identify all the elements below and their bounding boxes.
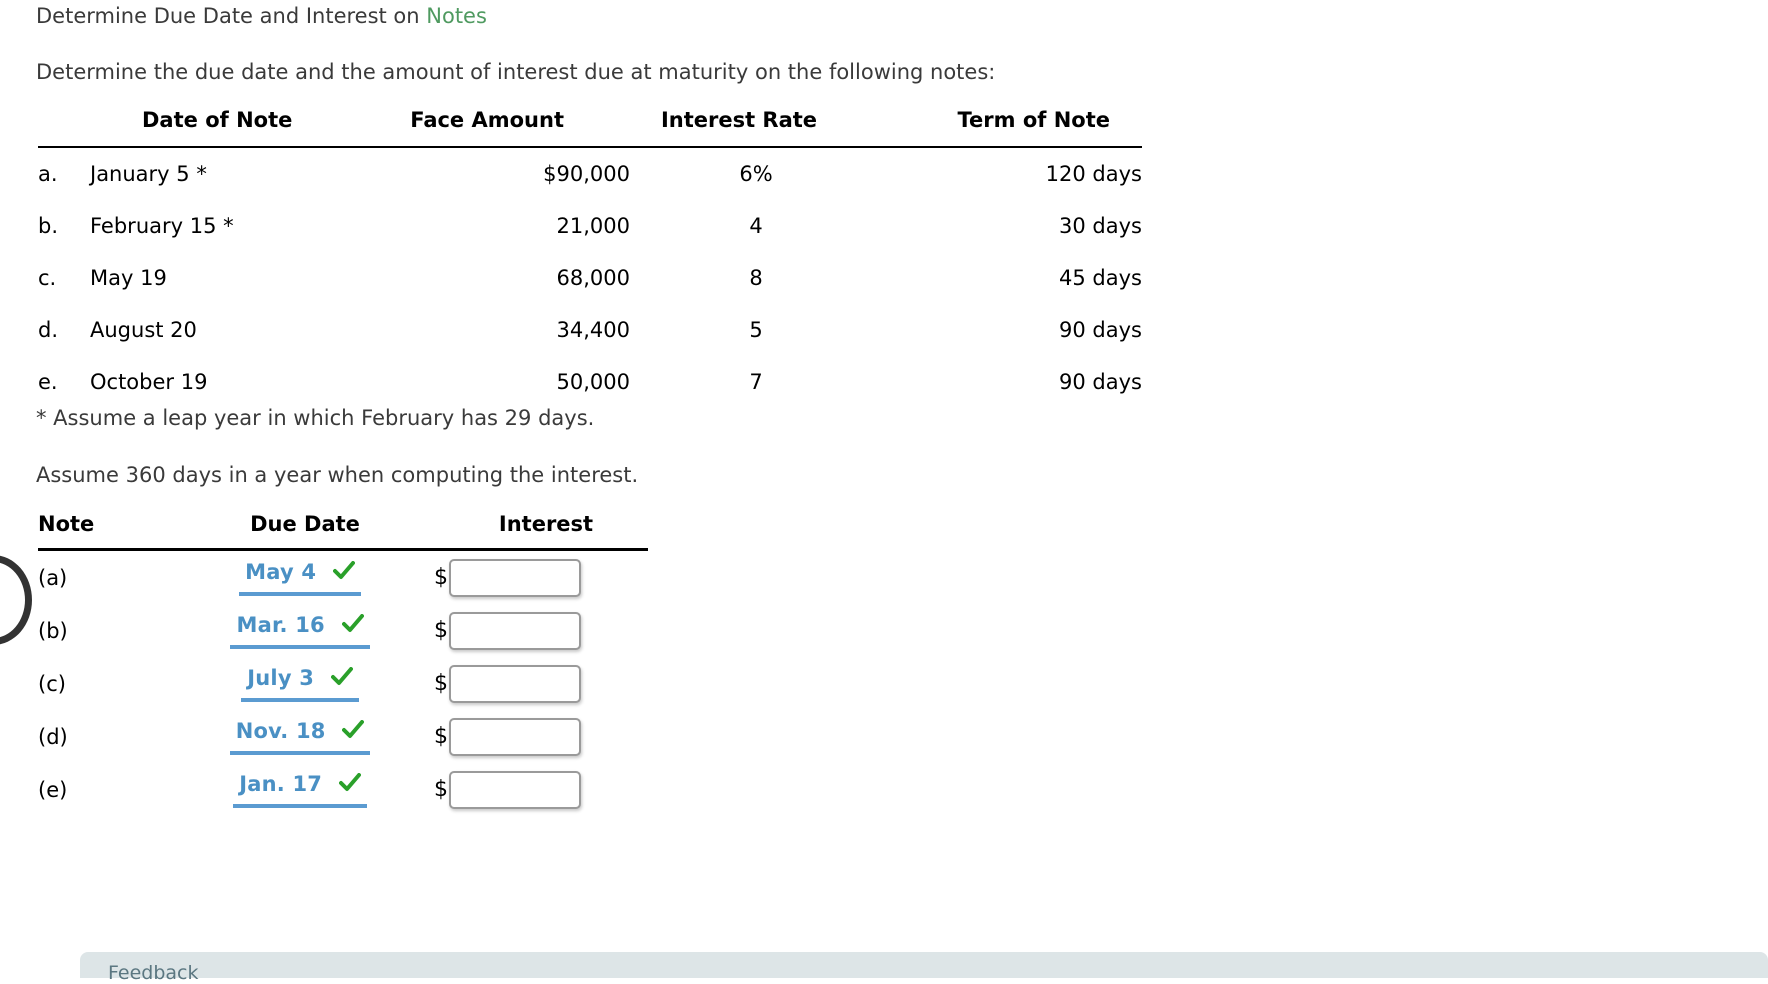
notes-row-date-of-note: February 15 * (90, 214, 234, 238)
notes-row-face-amount: 34,400 (556, 318, 630, 342)
cursor-ring-annotation (0, 555, 32, 645)
page-title-link-notes[interactable]: Notes (426, 4, 487, 28)
due-date-chip[interactable]: Mar. 16 (230, 612, 370, 649)
notes-row-interest-rate: 7 (749, 370, 763, 394)
answer-row-note-label: (a) (38, 565, 68, 590)
page-title: Determine Due Date and Interest on Notes (36, 2, 487, 30)
table-row: d. August 20 34,400 5 90 days (38, 304, 1142, 356)
feedback-panel[interactable]: Feedback (80, 952, 1768, 984)
notes-header-term-of-note: Term of Note (882, 108, 1142, 148)
notes-row-date-of-note: August 20 (90, 318, 197, 342)
notes-row-interest-rate: 4 (749, 214, 763, 238)
table-row: b. February 15 * 21,000 4 30 days (38, 200, 1142, 252)
table-row: (d) Nov. 18 $ (38, 710, 648, 763)
answer-row-interest-cell: $ (434, 550, 648, 605)
due-date-chip[interactable]: Jan. 17 (233, 771, 367, 808)
answer-row-note-label: (d) (38, 724, 68, 749)
notes-row-interest-rate: 6% (739, 162, 773, 186)
notes-header-interest-rate: Interest Rate (630, 108, 882, 148)
notes-header-key (38, 108, 90, 148)
answer-row-note-label: (c) (38, 671, 66, 696)
notes-row-face-amount: 50,000 (556, 370, 630, 394)
answer-row-due-date-cell: May 4 (166, 550, 434, 605)
due-date-value: Jan. 17 (239, 772, 323, 796)
table-row: c. May 19 68,000 8 45 days (38, 252, 1142, 304)
notes-header-face-amount: Face Amount (378, 108, 630, 148)
notes-row-term-of-note: 30 days (1059, 214, 1142, 238)
due-date-chip[interactable]: July 3 (241, 665, 359, 702)
due-date-value: July 3 (247, 666, 315, 690)
answer-row-due-date-cell: Jan. 17 (166, 763, 434, 816)
answer-row-due-date-cell: July 3 (166, 657, 434, 710)
answer-header-interest: Interest (434, 512, 648, 551)
notes-data-table: Date of Note Face Amount Interest Rate T… (38, 108, 1142, 408)
table-row: e. October 19 50,000 7 90 days (38, 356, 1142, 408)
feedback-label: Feedback (108, 962, 199, 984)
notes-row-date-of-note: May 19 (90, 266, 167, 290)
answer-row-due-date-cell: Nov. 18 (166, 710, 434, 763)
correct-check-icon (342, 720, 365, 746)
notes-row-face-amount: $90,000 (543, 162, 630, 186)
answer-header-note: Note (38, 512, 166, 551)
notes-row-face-amount: 21,000 (556, 214, 630, 238)
due-date-chip[interactable]: Nov. 18 (229, 718, 371, 755)
due-date-value: Mar. 16 (236, 613, 325, 637)
due-date-value: Nov. 18 (235, 719, 326, 743)
notes-row-key: a. (38, 162, 58, 186)
correct-check-icon (330, 667, 353, 693)
notes-table-header-row: Date of Note Face Amount Interest Rate T… (38, 108, 1142, 148)
notes-row-key: e. (38, 370, 58, 394)
interest-input-b[interactable] (449, 611, 581, 650)
table-row: (a) May 4 $ (38, 550, 648, 605)
table-row: (b) Mar. 16 $ (38, 604, 648, 657)
answer-row-interest-cell: $ (434, 710, 648, 763)
correct-check-icon (338, 773, 361, 799)
correct-check-icon (332, 561, 355, 587)
notes-header-date-of-note: Date of Note (90, 108, 378, 148)
interest-input-c[interactable] (449, 664, 581, 703)
dollar-sign-label: $ (434, 618, 448, 643)
intro-instruction: Determine the due date and the amount of… (36, 60, 996, 84)
leap-year-footnote: * Assume a leap year in which February h… (36, 406, 595, 430)
notes-row-date-of-note: October 19 (90, 370, 208, 394)
notes-row-term-of-note: 45 days (1059, 266, 1142, 290)
notes-row-term-of-note: 120 days (1045, 162, 1142, 186)
answer-row-note-label: (e) (38, 777, 68, 802)
dollar-sign-label: $ (434, 671, 448, 696)
interest-input-e[interactable] (449, 770, 581, 809)
page-title-prefix: Determine Due Date and Interest on (36, 4, 427, 28)
due-date-value: May 4 (245, 560, 317, 584)
table-row: a. January 5 * $90,000 6% 120 days (38, 147, 1142, 200)
dollar-sign-label: $ (434, 777, 448, 802)
answer-header-due-date: Due Date (166, 512, 434, 551)
notes-row-key: c. (38, 266, 57, 290)
notes-row-term-of-note: 90 days (1059, 318, 1142, 342)
notes-row-date-of-note: January 5 * (90, 162, 207, 186)
answer-table-header-row: Note Due Date Interest (38, 512, 648, 551)
notes-row-key: b. (38, 214, 59, 238)
notes-row-term-of-note: 90 days (1059, 370, 1142, 394)
interest-input-a[interactable] (449, 558, 581, 597)
table-row: (e) Jan. 17 $ (38, 763, 648, 816)
answer-row-interest-cell: $ (434, 763, 648, 816)
assume-360-days-note: Assume 360 days in a year when computing… (36, 463, 639, 487)
answer-row-note-label: (b) (38, 618, 68, 643)
notes-row-key: d. (38, 318, 59, 342)
dollar-sign-label: $ (434, 724, 448, 749)
notes-row-interest-rate: 5 (749, 318, 763, 342)
answer-row-interest-cell: $ (434, 604, 648, 657)
answer-row-interest-cell: $ (434, 657, 648, 710)
notes-row-face-amount: 68,000 (556, 266, 630, 290)
interest-input-d[interactable] (449, 717, 581, 756)
due-date-chip[interactable]: May 4 (239, 559, 361, 596)
dollar-sign-label: $ (434, 565, 448, 590)
answer-row-due-date-cell: Mar. 16 (166, 604, 434, 657)
notes-row-interest-rate: 8 (749, 266, 763, 290)
table-row: (c) July 3 $ (38, 657, 648, 710)
correct-check-icon (341, 614, 364, 640)
answer-entry-table: Note Due Date Interest (a) May 4 $ (b) M… (38, 512, 648, 816)
